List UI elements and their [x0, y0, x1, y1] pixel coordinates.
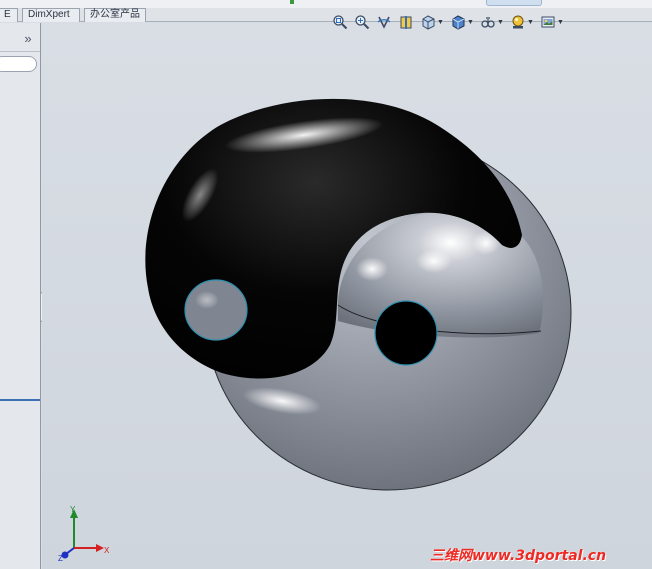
heads-up-view-toolbar: ▼ ▼ ▼ ▼ ▼ — [330, 12, 568, 32]
panel-expand-button[interactable]: » — [20, 31, 36, 47]
edit-appearance-icon — [512, 15, 523, 29]
zoom-to-area-icon — [354, 15, 369, 30]
view-orientation-icon — [422, 15, 434, 30]
tab-office-products[interactable]: 办公室产品 — [84, 8, 146, 22]
triad-y-label: Y — [70, 505, 76, 514]
triad-x-label: X — [104, 546, 110, 555]
active-toolbar-tab[interactable] — [486, 0, 542, 6]
apply-scene-button[interactable] — [538, 13, 557, 32]
triad-x-arrow — [96, 544, 104, 552]
edit-appearance-dropdown[interactable]: ▼ — [527, 13, 534, 32]
hide-show-items-button[interactable] — [478, 13, 497, 32]
tab-partial[interactable]: E — [0, 8, 18, 22]
zoom-to-area-button[interactable] — [352, 13, 371, 32]
yin-yang-sphere-model[interactable] — [42, 23, 652, 569]
zoom-to-fit-button[interactable] — [330, 13, 349, 32]
panel-header-divider — [0, 51, 40, 52]
view-orientation-dropdown[interactable]: ▼ — [437, 13, 444, 32]
reference-triad: Y X Z — [58, 505, 110, 562]
display-style-dropdown[interactable]: ▼ — [467, 13, 474, 32]
previous-view-icon — [377, 16, 390, 29]
tab-dimxpert[interactable]: DimXpert — [22, 8, 80, 22]
feature-manager-panel: » — [0, 23, 41, 569]
hide-show-items-dropdown[interactable]: ▼ — [497, 13, 504, 32]
previous-view-button[interactable] — [374, 13, 393, 32]
view-orientation-button[interactable] — [418, 13, 437, 32]
edit-appearance-button[interactable] — [508, 13, 527, 32]
triad-z-label: Z — [58, 554, 63, 562]
apply-scene-dropdown[interactable]: ▼ — [557, 13, 564, 32]
grey-eye[interactable] — [184, 279, 248, 341]
toolbar-edge-marker — [290, 0, 294, 4]
panel-filter-input[interactable] — [0, 56, 37, 72]
display-style-icon — [452, 15, 464, 30]
display-style-button[interactable] — [448, 13, 467, 32]
site-watermark: 三维网www.3dportal.cn — [430, 548, 607, 564]
hide-show-items-icon — [480, 17, 495, 28]
black-eye[interactable] — [374, 300, 438, 366]
grey-eye-shine — [195, 291, 219, 309]
section-view-icon — [400, 16, 411, 29]
cap-highlight-2 — [416, 249, 452, 273]
zoom-to-fit-icon — [332, 15, 347, 30]
section-view-button[interactable] — [396, 13, 415, 32]
top-strip — [0, 0, 652, 8]
panel-split-divider[interactable] — [0, 399, 40, 401]
cap-highlight-1 — [356, 257, 388, 281]
apply-scene-icon — [541, 16, 554, 28]
